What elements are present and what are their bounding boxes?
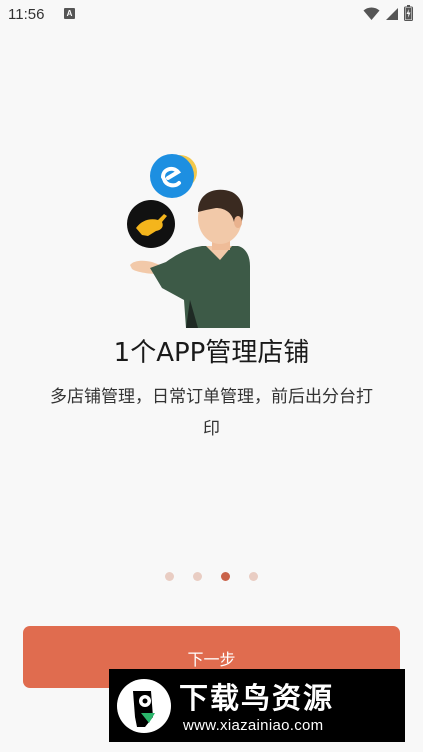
battery-icon <box>404 5 413 25</box>
status-icons <box>363 5 413 25</box>
watermark-url: www.xiazainiao.com <box>183 717 324 734</box>
page-dot <box>249 572 258 581</box>
status-time: 11:56 <box>8 6 45 23</box>
status-bar: 11:56 A <box>0 0 423 32</box>
watermark-title: 下载鸟资源 <box>179 681 335 715</box>
page-dot <box>193 572 202 581</box>
onboarding-subtitle: 多店铺管理，日常订单管理，前后出分台打印 <box>50 387 373 439</box>
watermark: 下载鸟资源 www.xiazainiao.com <box>109 669 405 742</box>
a-letter-icon: A <box>64 8 75 19</box>
page-dot <box>165 572 174 581</box>
eleme-logo-icon <box>150 154 197 198</box>
illustration <box>120 150 260 328</box>
bird-logo-icon <box>115 677 173 735</box>
page-dot-active <box>221 572 230 581</box>
kangaroo-logo-icon <box>127 200 175 248</box>
page-indicator <box>0 572 423 581</box>
wifi-icon <box>363 6 380 25</box>
onboarding-headline: 1个APP管理店铺 <box>113 338 310 368</box>
signal-icon <box>385 6 399 25</box>
